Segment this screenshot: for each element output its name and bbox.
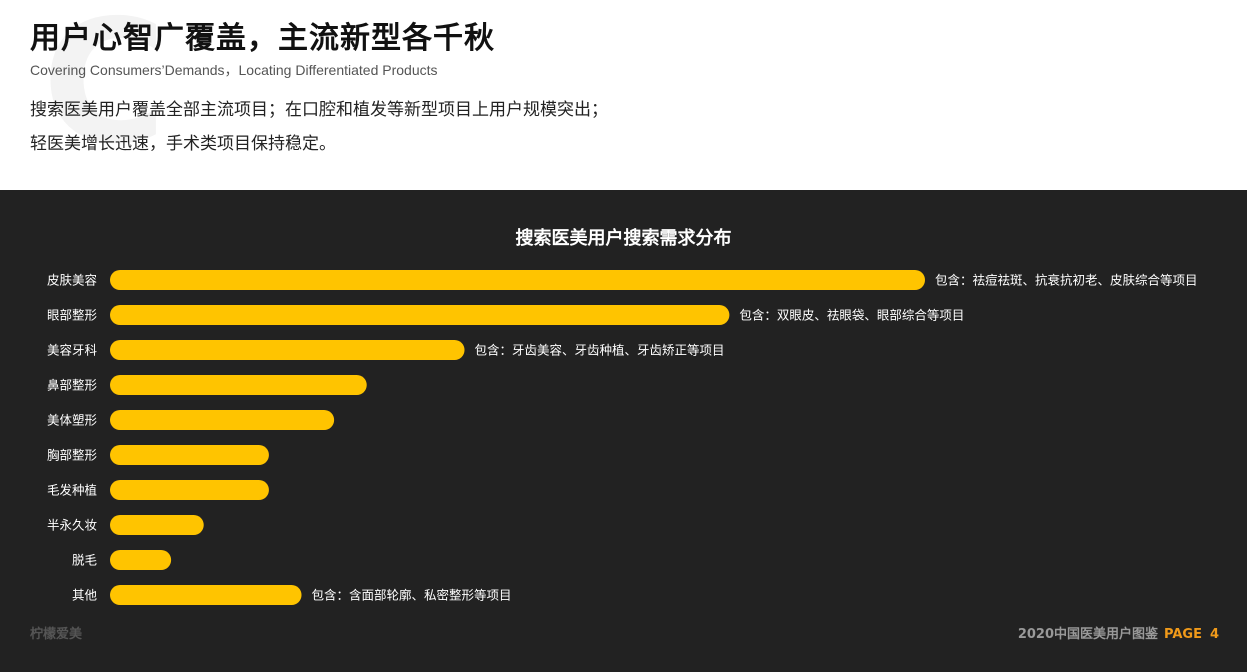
bar-annotation: 包含：牙齿美容、牙齿种植、牙齿矫正等项目 — [475, 343, 725, 358]
bar — [110, 515, 204, 535]
header-section: C 用户心智广覆盖，主流新型各千秋 Covering Consumers’Dem… — [0, 0, 1247, 190]
category-label: 鼻部整形 — [47, 378, 98, 393]
bar — [110, 445, 269, 465]
category-label: 胸部整形 — [47, 448, 98, 463]
description-line-2: 轻医美增长迅速，手术类项目保持稳定。 — [30, 134, 336, 154]
bar-annotation: 包含：双眼皮、祛眼袋、眼部综合等项目 — [739, 308, 964, 323]
page-number: 4 — [1209, 627, 1219, 642]
category-label: 美容牙科 — [47, 343, 98, 358]
report-footer: 2020中国医美用户图鉴 PAGE 4 — [1018, 626, 1219, 644]
bar-annotation: 包含：含面部轮廓、私密整形等项目 — [312, 588, 512, 603]
bar — [110, 585, 302, 605]
bar — [110, 375, 367, 395]
page-word: PAGE — [1164, 627, 1202, 642]
bar — [110, 340, 465, 360]
report-name: 2020中国医美用户图鉴 — [1017, 627, 1158, 642]
bar — [110, 270, 925, 290]
category-label: 其他 — [72, 588, 98, 603]
category-label: 皮肤美容 — [47, 273, 97, 288]
bar-annotation: 包含：祛痘祛斑、抗衰抗初老、皮肤综合等项目 — [935, 273, 1198, 288]
description-line-1: 搜索医美用户覆盖全部主流项目；在口腔和植发等新型项目上用户规模突出； — [30, 100, 608, 120]
bar — [110, 550, 172, 570]
bar — [110, 480, 269, 500]
page-subtitle: Covering Consumers’Demands，Locating Diff… — [30, 62, 438, 78]
bar — [110, 410, 335, 430]
category-label: 美体塑形 — [47, 413, 98, 428]
bar-chart: 皮肤美容 包含：祛痘祛斑、抗衰抗初老、皮肤综合等项目眼部整形 包含：双眼皮、祛眼袋、… — [47, 270, 1198, 605]
category-label: 眼部整形 — [47, 308, 98, 323]
category-label: 半永久妆 — [47, 518, 97, 533]
page-title: 用户心智广覆盖，主流新型各千秋 — [30, 21, 495, 56]
bar — [110, 305, 730, 325]
category-label: 脱毛 — [72, 553, 98, 568]
chart-panel: 搜索医美用户搜索需求分布 皮肤美容 包含：祛痘祛斑、抗衰抗初老、皮肤综合等项目 眼部… — [0, 190, 1247, 672]
category-label: 毛发种植 — [47, 483, 97, 498]
brand-label: 柠檬爱美 — [30, 627, 83, 642]
